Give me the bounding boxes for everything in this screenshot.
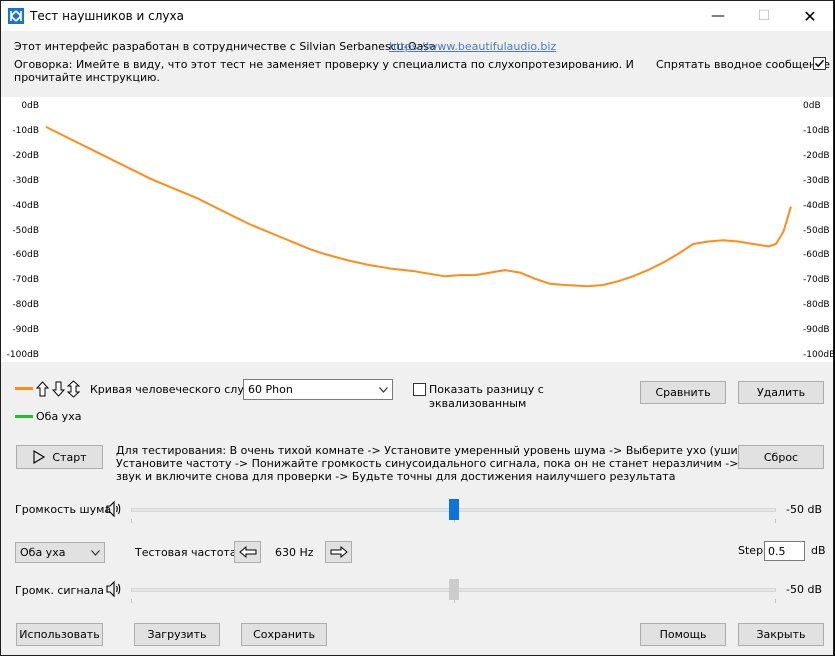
website-link[interactable]: https://www.beautifulaudio.biz xyxy=(389,40,556,53)
noise-volume-slider-thumb[interactable] xyxy=(448,499,459,520)
noise-tick-start xyxy=(131,519,132,523)
app-window: Тест наушников и слуха — ☐ ✕ Этот интерф… xyxy=(0,0,835,656)
step-label: Step xyxy=(738,544,764,557)
noise-volume-label: Громкость шума xyxy=(15,503,112,516)
noise-tick-end xyxy=(775,519,776,523)
step-input[interactable]: 0.5 xyxy=(764,541,805,561)
disclaimer-text-1: Оговорка: Имейте в виду, что этот тест н… xyxy=(14,58,634,71)
show-difference-label-2: эквализованным xyxy=(429,397,527,410)
hide-intro-checkbox[interactable] xyxy=(813,57,826,70)
signal-volume-value: -50 dB xyxy=(786,583,822,596)
arrow-up-icon[interactable] xyxy=(36,381,49,397)
help-button[interactable]: Помощь xyxy=(640,623,726,646)
arrow-right-icon xyxy=(330,546,348,558)
show-difference-checkbox[interactable] xyxy=(413,383,426,396)
play-icon xyxy=(33,450,46,464)
hearing-curve-line xyxy=(45,126,792,288)
speaker-icon xyxy=(106,500,121,518)
window-title: Тест наушников и слуха xyxy=(30,9,184,23)
phon-select[interactable]: 60 Phon xyxy=(243,379,393,400)
credits-text: Этот интерфейс разработан в сотрудничест… xyxy=(14,40,436,53)
chevron-down-icon xyxy=(91,549,100,556)
ears-legend-label: Оба уха xyxy=(36,410,82,423)
chart-plot-area xyxy=(45,126,792,288)
disclaimer-text-2: прочитайте инструкцию. xyxy=(14,71,160,84)
checkmark-icon xyxy=(814,59,825,68)
load-button[interactable]: Загрузить xyxy=(134,623,220,646)
noise-volume-value: -50 dB xyxy=(786,503,822,516)
signal-tick-end xyxy=(775,599,776,603)
instructions-line-1: Для тестирования: В очень тихой комнате … xyxy=(116,444,814,457)
close-window-button[interactable]: ✕ xyxy=(787,1,833,31)
ears-legend-swatch xyxy=(15,415,33,418)
chevron-down-icon xyxy=(379,386,388,393)
title-bar: Тест наушников и слуха — ☐ ✕ xyxy=(1,1,833,31)
instructions-line-2: Установите частоту -> Понижайте громкост… xyxy=(116,457,808,470)
signal-volume-label: Громк. сигнала xyxy=(15,584,105,597)
close-button[interactable]: Закрыть xyxy=(738,623,824,646)
use-button[interactable]: Использовать xyxy=(16,623,103,646)
ear-select-value: Оба уха xyxy=(20,546,66,559)
delete-button[interactable]: Удалить xyxy=(738,381,824,404)
minimize-button[interactable]: — xyxy=(695,1,741,31)
compare-button[interactable]: Сравнить xyxy=(640,381,726,404)
ear-select[interactable]: Оба уха xyxy=(15,542,105,563)
start-button-label: Старт xyxy=(52,450,87,464)
maximize-button[interactable]: ☐ xyxy=(741,1,787,31)
arrow-up-down-icon[interactable] xyxy=(67,380,80,398)
start-button[interactable]: Старт xyxy=(16,445,103,469)
reset-button[interactable]: Сброс xyxy=(738,445,824,469)
test-frequency-label: Тестовая частота xyxy=(135,546,237,559)
instructions-line-3: звук и включите снова для проверки -> Бу… xyxy=(116,470,676,483)
curve-legend-swatch xyxy=(15,387,33,390)
signal-volume-slider-thumb[interactable] xyxy=(448,579,459,600)
signal-tick-start xyxy=(131,599,132,603)
curve-legend-label: Кривая человеческого слуха xyxy=(90,383,258,396)
arrow-down-icon[interactable] xyxy=(52,381,65,397)
app-logo-icon xyxy=(8,8,24,24)
speaker-icon xyxy=(106,580,121,598)
show-difference-label-1: Показать разницу с xyxy=(429,383,544,396)
save-button[interactable]: Сохранить xyxy=(241,623,327,646)
frequency-down-button[interactable] xyxy=(234,541,261,563)
hide-intro-label: Спрятать вводное сообщение xyxy=(656,58,831,71)
phon-select-value: 60 Phon xyxy=(248,383,293,396)
step-unit: dB xyxy=(811,544,826,557)
arrow-left-icon xyxy=(238,546,256,558)
hearing-curve-chart: 0dB -10dB -20dB -30dB -40dB -50dB -60dB -70dB -8… xyxy=(1,97,835,362)
frequency-up-button[interactable] xyxy=(325,541,352,563)
test-frequency-value: 630 Hz xyxy=(275,546,314,559)
